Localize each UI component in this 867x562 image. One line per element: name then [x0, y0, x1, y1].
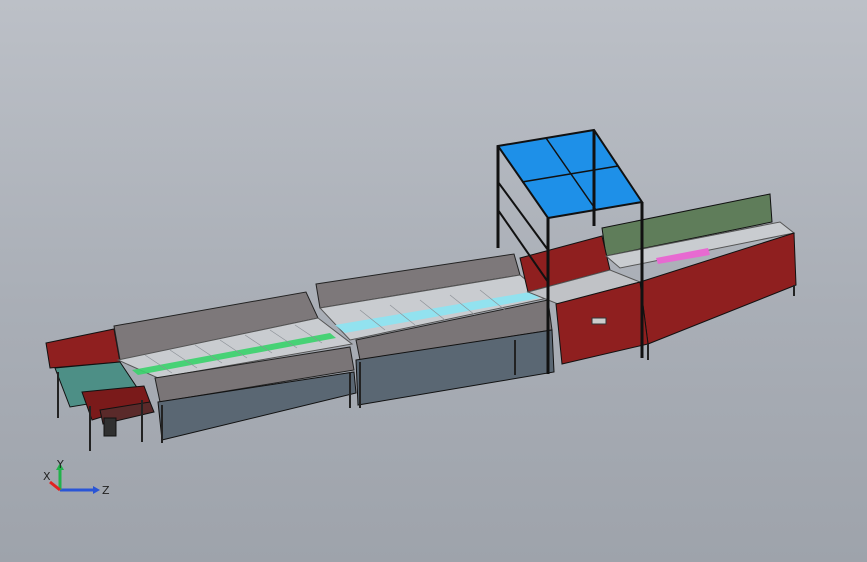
y-axis-label: Y — [56, 460, 64, 471]
cad-viewport[interactable]: X Y Z — [0, 0, 867, 562]
axis-triad: X Y Z — [43, 460, 110, 497]
sorting-unit — [519, 193, 797, 365]
z-axis-label: Z — [102, 484, 110, 497]
conveyor-section-1 — [113, 291, 357, 443]
x-axis-label: X — [43, 470, 51, 483]
conveyor-assembly-model[interactable] — [0, 0, 867, 562]
